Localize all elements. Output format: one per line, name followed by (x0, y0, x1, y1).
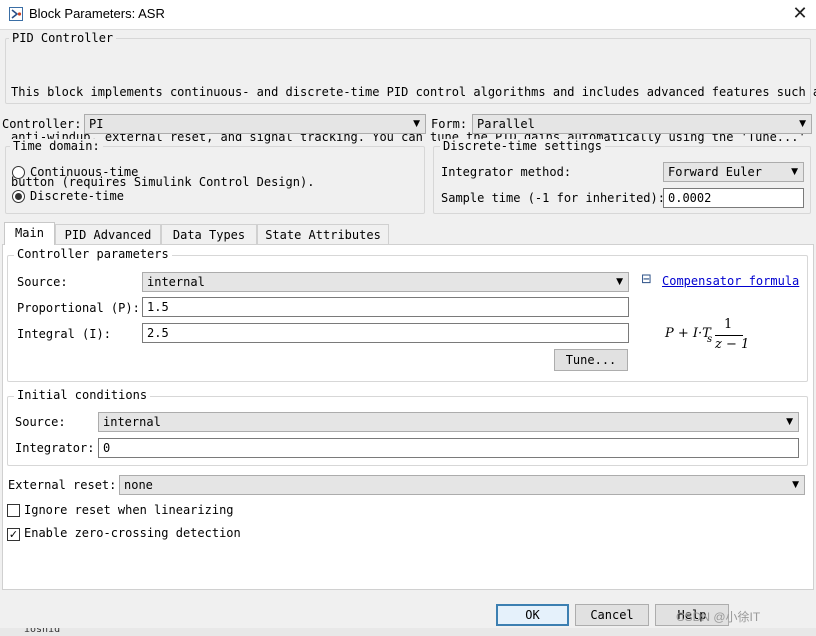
compensator-formula: P + I·T s 1 z − 1 (665, 317, 785, 354)
formula-numerator: 1 (724, 317, 733, 332)
form-dropdown[interactable]: Parallel ▼ (472, 114, 812, 134)
integrator-method-label: Integrator method: (441, 165, 572, 179)
chevron-down-icon: ▼ (413, 119, 420, 129)
parameter-source-value: internal (147, 275, 205, 289)
discrete-time-radio[interactable] (12, 190, 25, 203)
integral-input[interactable]: 2.5 (142, 323, 629, 343)
formula-lhs: P + I·T (665, 326, 711, 341)
tune-button[interactable]: Tune... (554, 349, 628, 371)
chevron-down-icon: ▼ (616, 277, 623, 287)
sample-time-label: Sample time (-1 for inherited): (441, 191, 665, 205)
ignore-reset-label[interactable]: Ignore reset when linearizing (24, 503, 234, 517)
external-reset-dropdown[interactable]: none ▼ (119, 475, 805, 495)
discrete-settings-legend: Discrete-time settings (440, 139, 605, 153)
controller-label: Controller: (2, 117, 82, 131)
cancel-button[interactable]: Cancel (575, 604, 649, 626)
initial-conditions-legend: Initial conditions (14, 388, 151, 402)
description-line: This block implements continuous- and di… (11, 85, 816, 99)
integrator-ic-label: Integrator: (15, 441, 95, 455)
integrator-method-value: Forward Euler (668, 165, 762, 179)
zero-crossing-label[interactable]: Enable zero-crossing detection (24, 526, 241, 540)
integrator-ic-input[interactable]: 0 (98, 438, 799, 458)
proportional-input[interactable]: 1.5 (142, 297, 629, 317)
ok-button[interactable]: OK (496, 604, 569, 626)
time-domain-group (5, 146, 425, 214)
tab-pid-advanced[interactable]: PID Advanced (55, 224, 161, 245)
background-window-strip: iosnid (0, 628, 816, 636)
time-domain-legend: Time domain: (10, 139, 103, 153)
discrete-time-label[interactable]: Discrete-time (30, 189, 124, 203)
chevron-down-icon: ▼ (799, 119, 806, 129)
chevron-down-icon: ▼ (791, 167, 798, 177)
zero-crossing-checkbox[interactable]: ✓ (7, 528, 20, 541)
fraction-bar (715, 335, 743, 336)
initial-source-dropdown[interactable]: internal ▼ (98, 412, 799, 432)
integrator-method-dropdown[interactable]: Forward Euler ▼ (663, 162, 804, 182)
tab-state-attributes[interactable]: State Attributes (257, 224, 389, 245)
proportional-label: Proportional (P): (17, 301, 140, 315)
collapse-toggle-icon[interactable]: ⊟ (641, 272, 652, 287)
controller-parameters-legend: Controller parameters (14, 247, 172, 261)
formula-subscript: s (707, 334, 713, 345)
form-label: Form: (431, 117, 468, 131)
continuous-time-label[interactable]: Continuous-time (30, 165, 138, 179)
controller-dropdown[interactable]: PI ▼ (84, 114, 426, 134)
external-reset-value: none (124, 478, 153, 492)
ignore-reset-checkbox[interactable] (7, 504, 20, 517)
form-value: Parallel (477, 117, 535, 131)
block-type-title: PID Controller (9, 31, 117, 45)
main-tab-panel: Controller parameters Source: internal ▼… (2, 244, 814, 590)
sample-time-input[interactable]: 0.0002 (663, 188, 804, 208)
simulink-block-icon (9, 7, 23, 21)
continuous-time-radio[interactable] (12, 166, 25, 179)
tab-data-types[interactable]: Data Types (161, 224, 257, 245)
tab-main[interactable]: Main (4, 222, 55, 245)
external-reset-label: External reset: (8, 478, 117, 492)
compensator-formula-link[interactable]: Compensator formula (662, 274, 799, 288)
controller-value: PI (89, 117, 104, 131)
chevron-down-icon: ▼ (786, 417, 793, 427)
initial-source-value: internal (103, 415, 161, 429)
parameter-source-dropdown[interactable]: internal ▼ (142, 272, 629, 292)
background-snippet: iosnid (24, 628, 61, 635)
chevron-down-icon: ▼ (792, 480, 799, 490)
close-icon[interactable]: ✕ (788, 3, 812, 27)
window-title: Block Parameters: ASR (29, 6, 165, 21)
title-bar: Block Parameters: ASR ✕ (0, 0, 816, 30)
formula-denominator: z − 1 (715, 337, 750, 352)
initial-source-label: Source: (15, 415, 66, 429)
integral-label: Integral (I): (17, 327, 111, 341)
parameter-source-label: Source: (17, 275, 68, 289)
watermark-text: CSDN @小徐IT (676, 610, 761, 624)
